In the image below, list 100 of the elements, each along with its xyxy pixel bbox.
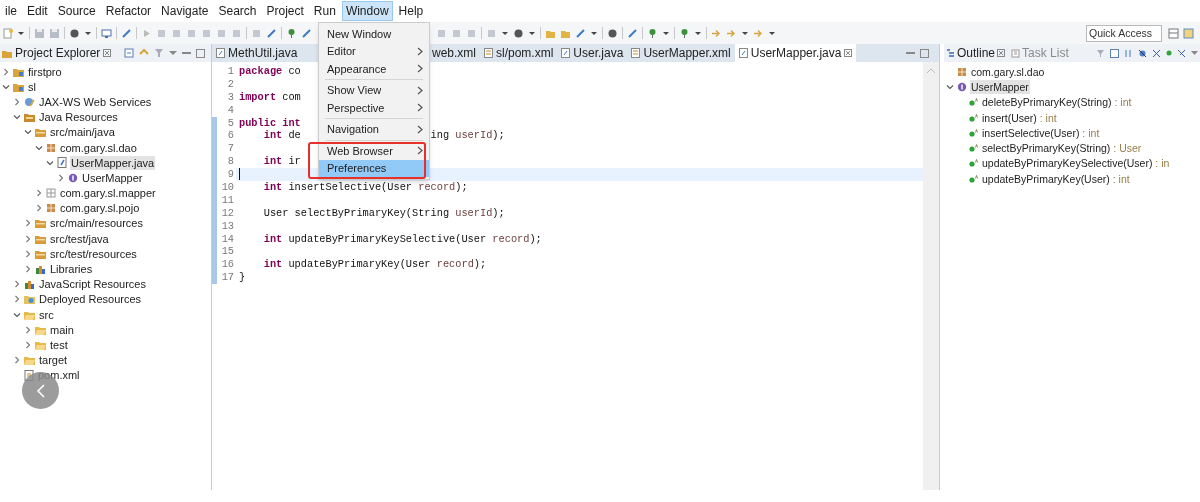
editor-tab[interactable]: UserMapper.xml — [627, 44, 735, 62]
menu-item[interactable]: Appearance — [319, 60, 429, 78]
tree-item[interactable]: src/test/java — [49, 231, 110, 246]
outline-item[interactable]: com.gary.sl.dao — [970, 64, 1046, 79]
tree-item[interactable]: com.gary.sl.dao — [59, 140, 138, 155]
chevron-right-icon[interactable] — [24, 249, 32, 258]
tree-item[interactable]: src/main/java — [49, 125, 116, 140]
chevron-right-icon[interactable] — [24, 219, 32, 228]
outline-item[interactable]: deleteByPrimaryKey(String) : int — [981, 95, 1133, 110]
chevron-right-icon[interactable] — [13, 356, 21, 365]
chevron-down-icon[interactable] — [13, 113, 21, 122]
chevron-right-icon[interactable] — [35, 204, 43, 213]
menu-item[interactable]: Navigation — [319, 120, 429, 138]
tree-item[interactable]: com.gary.sl.mapper — [59, 186, 157, 201]
editor-tab[interactable]: UserMapper.java — [734, 44, 857, 62]
menu-item[interactable]: Window — [341, 1, 393, 21]
collapse-icon[interactable] — [124, 48, 134, 58]
outline-item[interactable]: selectByPrimaryKey(String) : User — [981, 141, 1143, 156]
outline-item[interactable]: updateByPrimaryKeySelective(User) : in — [981, 156, 1171, 171]
menu-item[interactable]: Run — [309, 1, 340, 21]
tree-item[interactable]: sl — [27, 79, 37, 94]
tree-item[interactable]: UserMapper.java — [70, 155, 156, 170]
outline-item[interactable]: insertSelective(User) : int — [981, 125, 1101, 140]
chevron-right-icon[interactable] — [24, 325, 32, 334]
chevron-right-icon[interactable] — [35, 189, 43, 198]
menu-item[interactable]: Help — [394, 1, 428, 21]
close-icon[interactable] — [997, 49, 1006, 57]
pen-icon[interactable] — [575, 27, 586, 39]
tree-item[interactable]: test — [49, 337, 69, 352]
menu-item[interactable]: Edit — [23, 1, 52, 21]
sort-icon[interactable] — [1124, 48, 1133, 58]
menu-item[interactable]: Project — [262, 1, 308, 21]
outline-item[interactable]: updateByPrimaryKey(User) : int — [981, 171, 1131, 186]
hide-static-icon[interactable] — [1152, 48, 1161, 58]
menu-item[interactable]: Refactor — [101, 1, 156, 21]
tree-item[interactable]: Libraries — [49, 262, 94, 277]
chevron-down-icon[interactable] — [46, 158, 54, 167]
pen-icon[interactable] — [121, 27, 132, 39]
dot-icon[interactable] — [1166, 50, 1172, 56]
circle-icon[interactable] — [69, 27, 80, 39]
pin-icon[interactable] — [679, 27, 690, 39]
arrow-icon[interactable] — [711, 27, 722, 39]
play-icon[interactable] — [141, 27, 152, 39]
collapse-icon[interactable] — [1110, 48, 1119, 58]
menu-item[interactable]: Source — [53, 1, 100, 21]
circle-icon[interactable] — [513, 27, 524, 39]
editor-tab[interactable]: User.java — [557, 44, 628, 62]
tree-item[interactable]: Deployed Resources — [38, 292, 143, 307]
chevron-right-icon[interactable] — [24, 265, 32, 274]
tree-item[interactable]: firstpro — [27, 64, 63, 79]
chevron-right-icon[interactable] — [57, 173, 65, 182]
monitor-icon[interactable] — [101, 27, 112, 39]
pin-icon[interactable] — [286, 27, 297, 39]
menu-item[interactable]: Navigate — [157, 1, 213, 21]
pin-icon[interactable] — [647, 27, 658, 39]
pen-icon[interactable] — [266, 27, 277, 39]
chevron-right-icon[interactable] — [13, 295, 21, 304]
editor-tab[interactable]: MethUtil.java — [212, 44, 302, 62]
square-icon[interactable] — [1183, 27, 1194, 39]
save-icon[interactable] — [49, 27, 60, 39]
tree-item[interactable]: Java Resources — [38, 110, 119, 125]
quick-access-field[interactable]: Quick Access — [1086, 24, 1162, 42]
tree-item[interactable]: src — [38, 307, 55, 322]
hide-nonpublic-icon[interactable] — [1177, 48, 1186, 58]
tree-item[interactable]: src/main/resources — [49, 216, 144, 231]
tree-item[interactable]: JAX-WS Web Services — [38, 94, 153, 109]
maximize-icon[interactable] — [920, 48, 929, 58]
menu-item[interactable]: ile — [1, 1, 21, 21]
view-tab[interactable]: Outline — [957, 44, 996, 62]
close-icon[interactable] — [844, 49, 853, 57]
tree-item[interactable]: UserMapper — [81, 170, 144, 185]
pen-icon[interactable] — [627, 27, 638, 39]
close-icon[interactable] — [103, 49, 112, 57]
chevron-right-icon[interactable] — [13, 97, 21, 106]
chevron-down-icon[interactable] — [24, 128, 32, 137]
menu-item[interactable]: Web Browser — [319, 142, 429, 160]
menu-item[interactable]: Show View — [319, 81, 429, 99]
scroll-up-icon[interactable] — [927, 68, 935, 73]
tree-item[interactable]: JavaScript Resources — [38, 277, 147, 292]
chevron-right-icon[interactable] — [24, 234, 32, 243]
filter-icon[interactable] — [1096, 48, 1105, 58]
menu-item[interactable]: Editor — [319, 42, 429, 60]
editor-tab[interactable]: web.xml — [428, 44, 480, 62]
hide-fields-icon[interactable] — [1138, 48, 1147, 58]
pen-icon[interactable] — [301, 27, 312, 39]
chevron-right-icon[interactable] — [2, 67, 10, 76]
editor-tab[interactable]: sl/pom.xml — [480, 44, 558, 62]
chevron-down-icon[interactable] — [35, 143, 43, 152]
tree-item[interactable]: main — [49, 322, 75, 337]
outline-item[interactable]: UserMapper — [970, 79, 1030, 94]
menu-item[interactable]: Perspective — [319, 99, 429, 117]
menu-item[interactable]: Search — [214, 1, 261, 21]
chevron-right-icon[interactable] — [13, 280, 21, 289]
circle-icon[interactable] — [607, 27, 618, 39]
menu-item[interactable]: New Window — [319, 25, 429, 43]
tree-item[interactable]: src/test/resources — [49, 246, 138, 261]
chevron-down-icon[interactable] — [2, 82, 10, 91]
maximize-icon[interactable] — [196, 48, 205, 58]
outline-item[interactable]: insert(User) : int — [981, 110, 1058, 125]
grid-icon[interactable] — [1168, 27, 1179, 39]
